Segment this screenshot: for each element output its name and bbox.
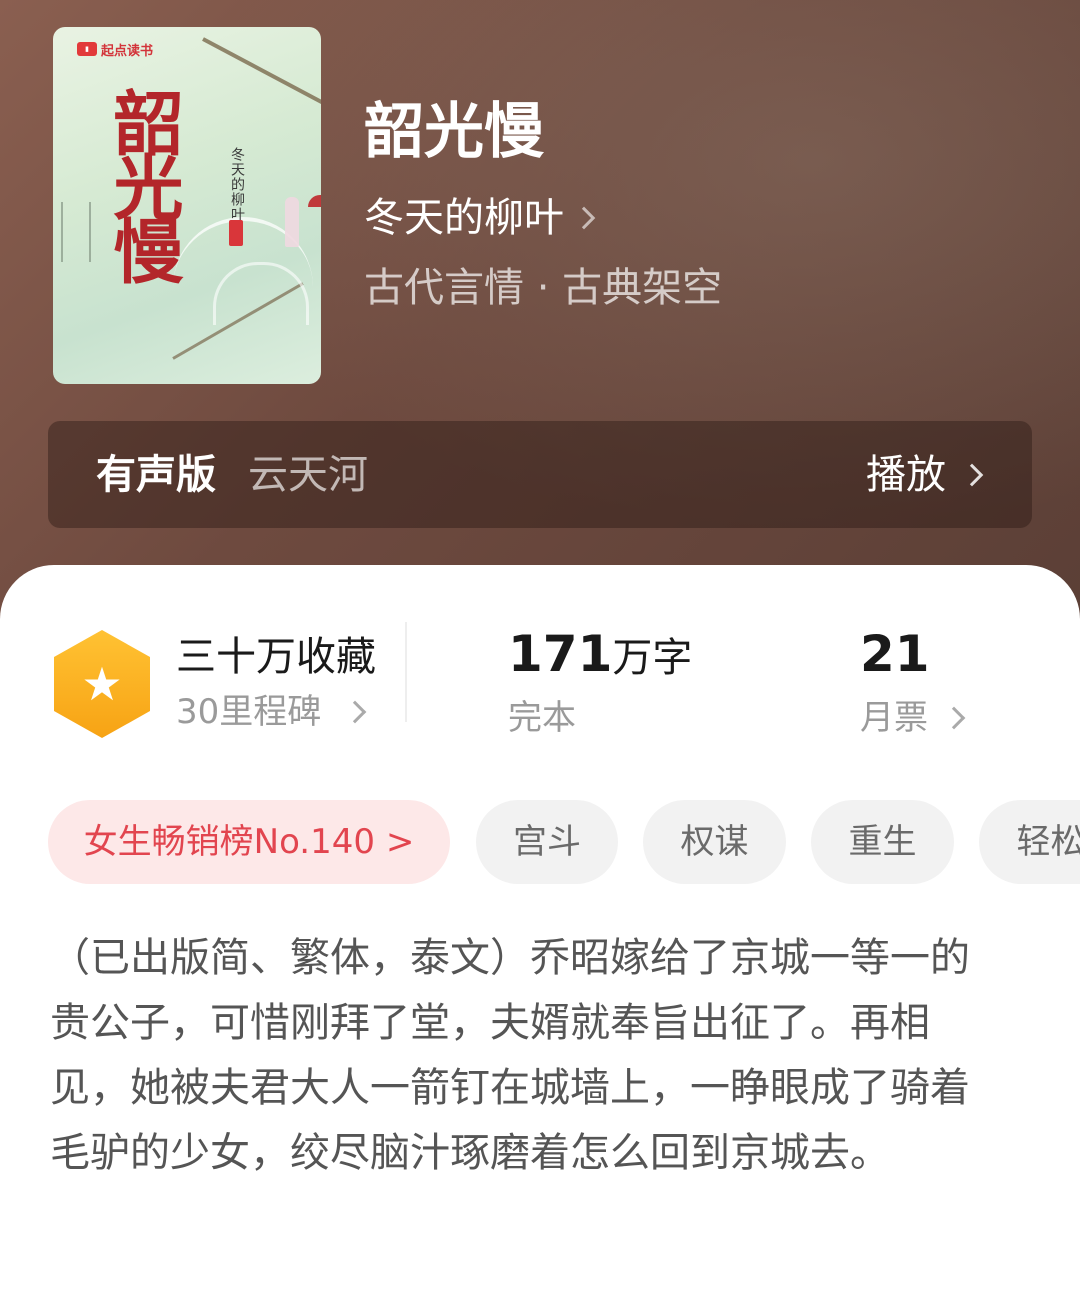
tag-list: 女生畅销榜No.140 > 宫斗 权谋 重生 轻松	[0, 800, 1080, 884]
favorites-title: 三十万收藏	[176, 634, 376, 680]
star-icon: ★	[81, 657, 123, 711]
chevron-right-icon	[960, 463, 984, 487]
cover-umbrella-decoration	[308, 195, 321, 207]
chevron-right-icon	[343, 700, 367, 724]
word-count-unit: 万字	[612, 635, 693, 681]
publisher-logo-icon: ▮	[77, 42, 97, 56]
audiobook-bar[interactable]: 有声版 云天河 播放	[48, 421, 1032, 528]
milestone-label: 30里程碑	[176, 692, 322, 732]
book-description[interactable]: （已出版简、繁体，泰文）乔昭嫁给了京城一等一的贵公子，可惜刚拜了堂，夫婿就奉旨出…	[50, 926, 1000, 1186]
book-genre: 古代言情 · 古典架空	[364, 265, 723, 311]
milestone-link[interactable]: 30里程碑	[176, 690, 367, 734]
book-title: 韶光慢	[364, 97, 544, 167]
word-count-value: 171	[508, 625, 613, 683]
tag-chip[interactable]: 重生	[811, 800, 954, 884]
cover-branch-decoration	[202, 37, 321, 112]
chevron-right-icon	[572, 206, 596, 230]
stats-divider	[405, 622, 407, 722]
cover-seal	[229, 220, 243, 246]
monthly-votes-value: 21	[860, 625, 930, 683]
monthly-votes-label: 月票	[860, 698, 928, 738]
cover-title: 韶光慢	[102, 87, 185, 279]
word-count: 171万字	[508, 626, 692, 694]
tag-chip[interactable]: 宫斗	[476, 800, 618, 884]
tag-chip[interactable]: 轻松	[979, 800, 1080, 884]
book-cover[interactable]: ▮ 起点读书 韶光慢 冬天的柳叶	[53, 27, 321, 384]
play-label: 播放	[866, 452, 946, 498]
cover-author: 冬天的柳叶	[229, 147, 245, 222]
completion-status: 完本	[508, 698, 576, 738]
author-link[interactable]: 冬天的柳叶	[364, 192, 596, 244]
audiobook-label: 有声版	[96, 452, 216, 498]
chevron-right-icon	[942, 706, 966, 730]
audiobook-narrator: 云天河	[248, 452, 368, 498]
author-name: 冬天的柳叶	[364, 195, 564, 241]
monthly-votes-link[interactable]: 月票	[860, 696, 966, 740]
cover-publisher-logo: ▮ 起点读书	[77, 39, 153, 59]
rank-tag[interactable]: 女生畅销榜No.140 >	[48, 800, 450, 884]
play-button[interactable]: 播放	[866, 449, 984, 501]
cover-publisher: 起点读书	[101, 43, 154, 59]
cover-figure-decoration	[285, 197, 299, 247]
tag-chip[interactable]: 权谋	[643, 800, 786, 884]
